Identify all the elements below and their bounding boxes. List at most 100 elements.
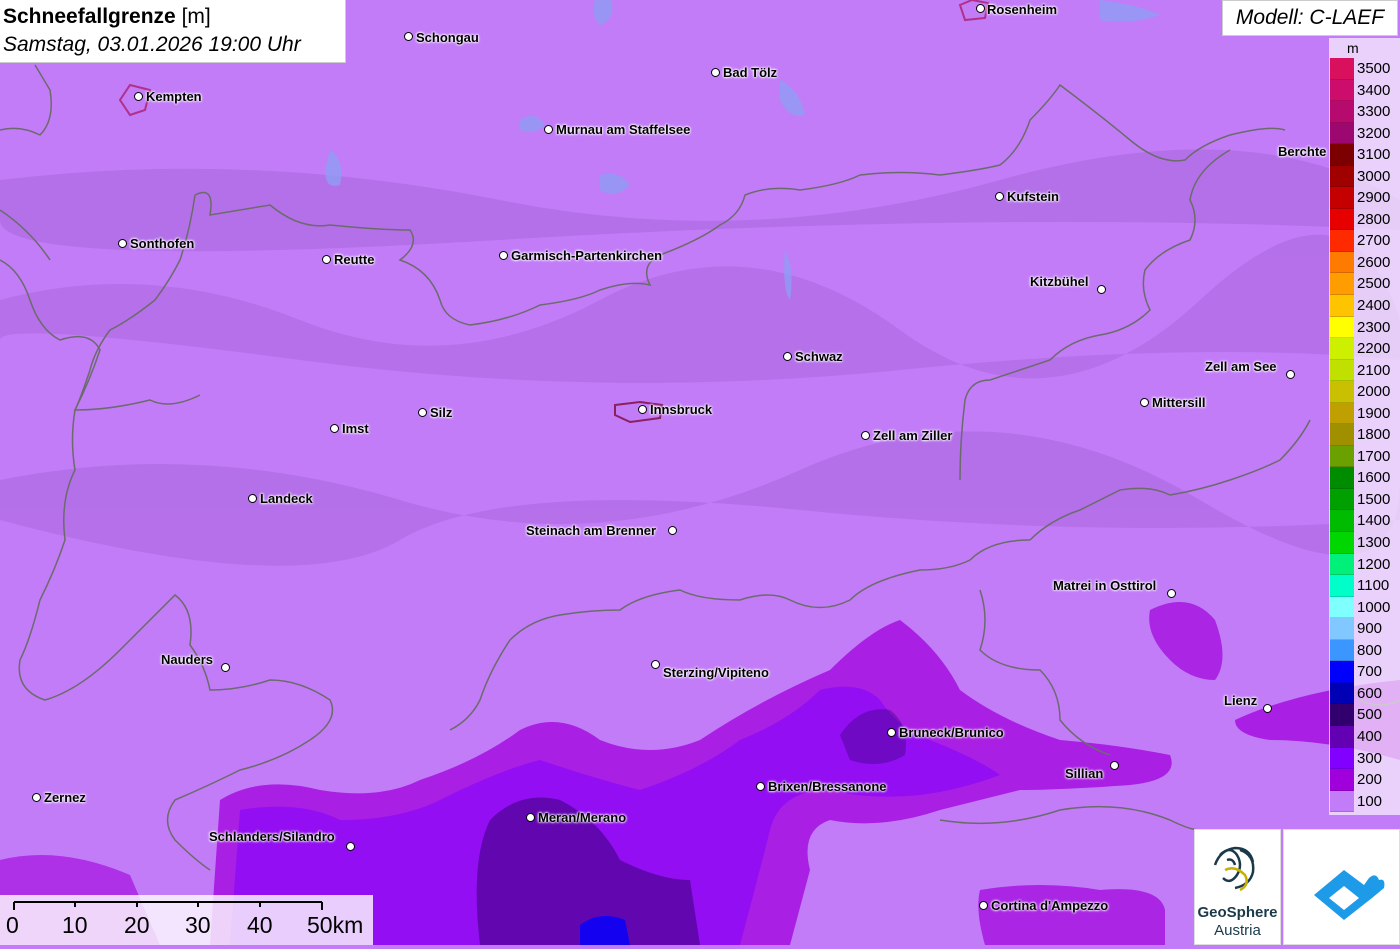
- city-label[interactable]: Cortina d'Ampezzo: [991, 898, 1108, 913]
- legend-swatch: [1330, 338, 1354, 360]
- city-label[interactable]: Zell am See: [1205, 359, 1277, 374]
- map-canvas[interactable]: [0, 0, 1400, 945]
- legend-swatch: [1330, 230, 1354, 252]
- legend-label: 200: [1357, 771, 1383, 789]
- legend-label: 1900: [1357, 404, 1391, 422]
- legend-label: 900: [1357, 620, 1383, 638]
- city-dot-icon: [1167, 589, 1176, 598]
- city-dot-icon: [976, 4, 985, 13]
- legend-label: 1500: [1357, 490, 1391, 508]
- title-box: Schneefallgrenze [m] Samstag, 03.01.2026…: [0, 0, 346, 63]
- city-label[interactable]: Rosenheim: [987, 2, 1057, 17]
- legend-swatch: [1330, 58, 1354, 80]
- city-label[interactable]: Reutte: [334, 252, 374, 267]
- map-title-unit: [m]: [181, 5, 211, 28]
- city-label[interactable]: Murnau am Staffelsee: [556, 122, 690, 137]
- city-label[interactable]: Imst: [342, 421, 369, 436]
- legend-swatch: [1330, 639, 1354, 662]
- city-label[interactable]: Steinach am Brenner: [526, 523, 656, 538]
- city-label[interactable]: Schwaz: [795, 349, 843, 364]
- city-dot-icon: [1263, 704, 1272, 713]
- city-dot-icon: [651, 660, 660, 669]
- city-dot-icon: [979, 901, 988, 910]
- legend-label: 3500: [1357, 60, 1391, 77]
- city-label[interactable]: Sterzing/Vipiteno: [663, 665, 769, 680]
- city-label[interactable]: Landeck: [260, 491, 313, 506]
- legend-label: 1200: [1357, 555, 1391, 573]
- city-label[interactable]: Mittersill: [1152, 395, 1205, 410]
- city-label[interactable]: Bruneck/Brunico: [899, 725, 1004, 740]
- legend-swatch: [1330, 316, 1354, 339]
- legend-swatch: [1330, 273, 1354, 296]
- legend-swatch: [1330, 553, 1354, 576]
- legend-color-bar: [1330, 58, 1354, 813]
- legend-swatch: [1330, 208, 1354, 231]
- legend-swatch: [1330, 467, 1354, 489]
- city-dot-icon: [544, 125, 553, 134]
- legend-label: 1000: [1357, 598, 1391, 616]
- city-label[interactable]: Kempten: [146, 89, 202, 104]
- legend-swatch: [1330, 445, 1354, 468]
- city-label[interactable]: Schlanders/Silandro: [209, 829, 335, 844]
- city-dot-icon: [668, 526, 677, 535]
- legend-swatch: [1330, 402, 1354, 425]
- legend-label: 2100: [1357, 361, 1391, 379]
- legend-swatch: [1330, 424, 1354, 446]
- city-dot-icon: [995, 192, 1004, 201]
- logo-text-geosphere: GeoSphere: [1197, 904, 1278, 921]
- city-label[interactable]: Brixen/Bressanone: [768, 779, 887, 794]
- legend-swatch: [1330, 747, 1354, 770]
- city-label[interactable]: Innsbruck: [650, 402, 712, 417]
- legend-swatch: [1330, 144, 1354, 166]
- city-label[interactable]: Berchte: [1278, 144, 1326, 159]
- legend-swatch: [1330, 488, 1354, 511]
- legend-swatch: [1330, 725, 1354, 748]
- city-label[interactable]: Lienz: [1224, 693, 1257, 708]
- city-label[interactable]: Schongau: [416, 30, 479, 45]
- geosphere-logo[interactable]: GeoSphere Austria: [1194, 829, 1281, 945]
- legend-label: 3400: [1357, 81, 1391, 99]
- city-label[interactable]: Nauders: [161, 652, 213, 667]
- scale-label: 10: [62, 912, 88, 938]
- legend-label: 700: [1357, 663, 1383, 681]
- legend-swatch: [1330, 510, 1354, 533]
- legend-label: 2400: [1357, 297, 1391, 315]
- city-label[interactable]: Meran/Merano: [538, 810, 626, 825]
- legend-swatch: [1330, 251, 1354, 274]
- map-title: Schneefallgrenze: [3, 5, 176, 28]
- city-dot-icon: [32, 793, 41, 802]
- legend-label: 600: [1357, 684, 1383, 702]
- legend-label: 2600: [1357, 253, 1391, 271]
- city-label[interactable]: Zell am Ziller: [873, 428, 952, 443]
- legend-label: 3300: [1357, 103, 1391, 121]
- city-dot-icon: [404, 32, 413, 41]
- legend-swatch: [1330, 165, 1354, 188]
- legend-label: 400: [1357, 727, 1383, 745]
- cloud-logo-icon: [1314, 870, 1385, 920]
- legend-swatch: [1330, 101, 1354, 123]
- city-label[interactable]: Silz: [430, 405, 452, 420]
- legend-swatch: [1330, 769, 1354, 791]
- legend-label: 2200: [1357, 340, 1391, 358]
- legend-label: 500: [1357, 706, 1383, 724]
- legend-swatch: [1330, 682, 1354, 705]
- city-label[interactable]: Garmisch-Partenkirchen: [511, 248, 662, 263]
- city-label[interactable]: Matrei in Osttirol: [1053, 578, 1156, 593]
- scale-label: 0: [6, 912, 19, 938]
- city-label[interactable]: Zernez: [44, 790, 86, 805]
- legend-label: 1300: [1357, 534, 1391, 552]
- city-label[interactable]: Kitzbühel: [1030, 274, 1089, 289]
- app-logo[interactable]: [1283, 829, 1400, 945]
- city-dot-icon: [248, 494, 257, 503]
- city-label[interactable]: Kufstein: [1007, 189, 1059, 204]
- city-dot-icon: [1140, 398, 1149, 407]
- city-dot-icon: [1110, 761, 1119, 770]
- city-dot-icon: [756, 782, 765, 791]
- city-label[interactable]: Sonthofen: [130, 236, 194, 251]
- city-dot-icon: [499, 251, 508, 260]
- city-label[interactable]: Bad Tölz: [723, 65, 777, 80]
- city-label[interactable]: Sillian: [1065, 766, 1103, 781]
- city-dot-icon: [118, 239, 127, 248]
- legend-label: 2000: [1357, 383, 1391, 401]
- legend-swatch: [1330, 618, 1354, 640]
